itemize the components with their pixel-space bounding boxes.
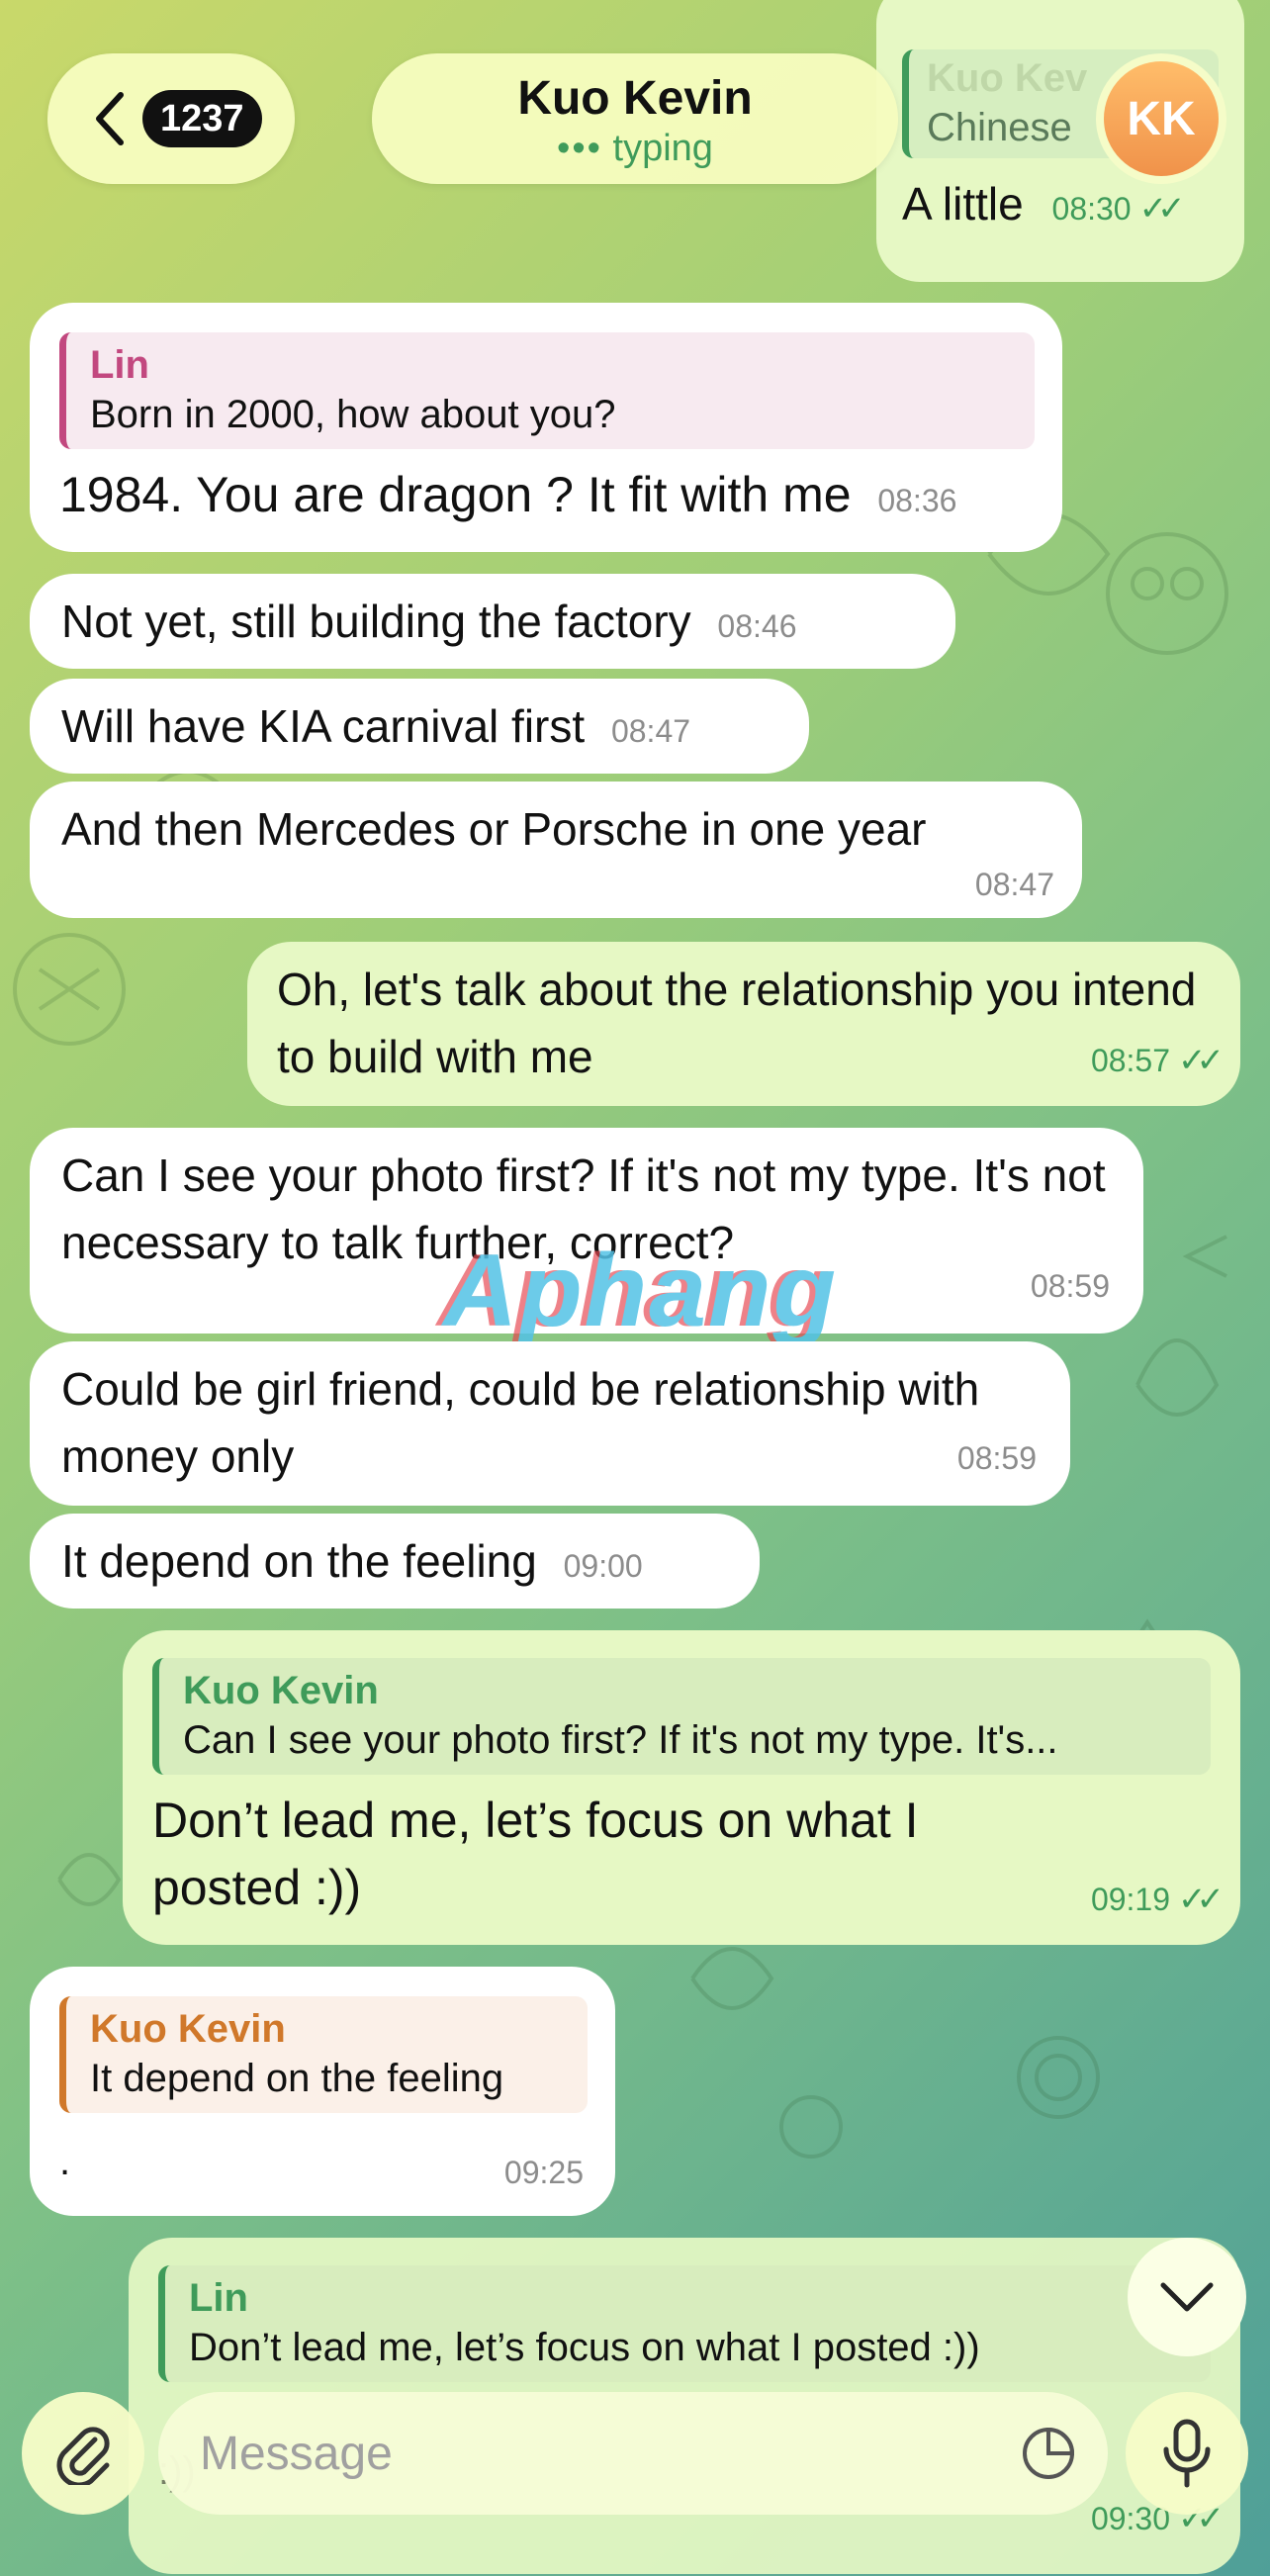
voice-record-button[interactable] (1126, 2392, 1248, 2515)
chevron-down-icon (1160, 2282, 1214, 2312)
reply-text: It depend on the feeling (90, 2057, 504, 2100)
message-time: 08:57 (1090, 1043, 1171, 1078)
message-bubble-incoming: Kuo Kevin It depend on the feeling . 09:… (30, 1967, 615, 2216)
message-text: And then Mercedes or Porsche in one year (61, 803, 927, 855)
reply-author: Kuo Kevin (90, 2007, 286, 2051)
read-checkmarks-icon: ✓✓ (1178, 1042, 1225, 1079)
message-meta: 08:57 ✓✓ (1090, 1022, 1225, 1094)
message-text: Could be girl friend, could be relations… (61, 1363, 980, 1482)
message-text: Not yet, still building the factory (61, 596, 691, 647)
typing-dots-icon: ••• (557, 128, 602, 169)
message-bubble-incoming: And then Mercedes or Porsche in one year… (30, 782, 1082, 918)
message-bubble-incoming: Not yet, still building the factory 08:4… (30, 574, 955, 669)
reply-text: Don’t lead me, let’s focus on what I pos… (189, 2326, 980, 2369)
back-button[interactable]: 1237 (47, 53, 295, 184)
reply-author: Lin (90, 343, 149, 387)
message-bubble-outgoing: Oh, let's talk about the relationship yo… (247, 942, 1240, 1106)
unread-count-badge: 1237 (142, 90, 262, 147)
message-bubble-incoming: Lin Born in 2000, how about you? 1984. Y… (30, 303, 1062, 552)
message-placeholder: Message (200, 2427, 393, 2480)
message-time: 08:30 (1051, 191, 1132, 227)
message-bubble-outgoing: Kuo Kevin Can I see your photo first? If… (123, 1630, 1240, 1945)
message-text: Don’t lead me, let’s focus on what I pos… (152, 1793, 919, 1915)
message-bubble-incoming: It depend on the feeling 09:00 (30, 1514, 760, 1609)
message-time: 08:47 (610, 713, 691, 749)
message-text: Will have KIA carnival first (61, 700, 586, 752)
message-time: 08:46 (717, 608, 797, 644)
microphone-icon (1163, 2419, 1211, 2488)
chevron-left-icon (96, 92, 124, 145)
message-input[interactable]: Message (158, 2392, 1108, 2515)
message-meta: 09:19 ✓✓ (1090, 1861, 1225, 1933)
scroll-down-button[interactable] (1128, 2238, 1246, 2356)
reply-quote: Lin Don’t lead me, let’s focus on what I… (158, 2265, 1211, 2382)
read-checkmarks-icon: ✓✓ (1178, 1881, 1225, 1918)
paperclip-icon (56, 2427, 110, 2485)
message-time: 09:19 (1090, 1882, 1171, 1917)
message-time: 08:59 (956, 1440, 1037, 1476)
contact-name: Kuo Kevin (517, 72, 753, 125)
chat-title[interactable]: Kuo Kevin ••• typing (372, 53, 898, 184)
reply-quote: Kuo Kevin It depend on the feeling (59, 1996, 588, 2113)
watermark-logo: Aphang (443, 1234, 839, 1348)
read-checkmarks-icon: ✓✓ (1138, 190, 1186, 228)
typing-status: ••• typing (372, 128, 898, 170)
reply-author: Lin (189, 2276, 248, 2320)
reply-quote: Lin Born in 2000, how about you? (59, 332, 1035, 449)
message-text: 1984. You are dragon ? It fit with me (59, 467, 852, 522)
sticker-icon[interactable] (1019, 2424, 1078, 2483)
message-time: 08:59 (1030, 1268, 1110, 1304)
reply-text: Born in 2000, how about you? (90, 393, 616, 436)
message-text: It depend on the feeling (61, 1535, 537, 1587)
attach-button[interactable] (22, 2392, 144, 2515)
status-text: typing (612, 128, 713, 169)
message-bubble-incoming: Could be girl friend, could be relations… (30, 1341, 1070, 1506)
message-bubble-incoming: Will have KIA carnival first 08:47 (30, 679, 809, 774)
reply-text: Can I see your photo first? If it's not … (183, 1718, 1058, 1762)
message-time: 08:36 (877, 483, 957, 518)
message-text: Oh, let's talk about the relationship yo… (277, 964, 1197, 1082)
avatar[interactable]: KK (1096, 53, 1226, 184)
reply-quote: Kuo Kevin Can I see your photo first? If… (152, 1658, 1211, 1775)
reply-author: Kuo Kevin (183, 1669, 379, 1712)
message-text: . (59, 2140, 71, 2183)
avatar-initials: KK (1104, 61, 1219, 176)
message-time: 09:00 (563, 1548, 643, 1584)
message-text: A little (902, 178, 1024, 230)
message-time: 09:25 (503, 2155, 584, 2190)
